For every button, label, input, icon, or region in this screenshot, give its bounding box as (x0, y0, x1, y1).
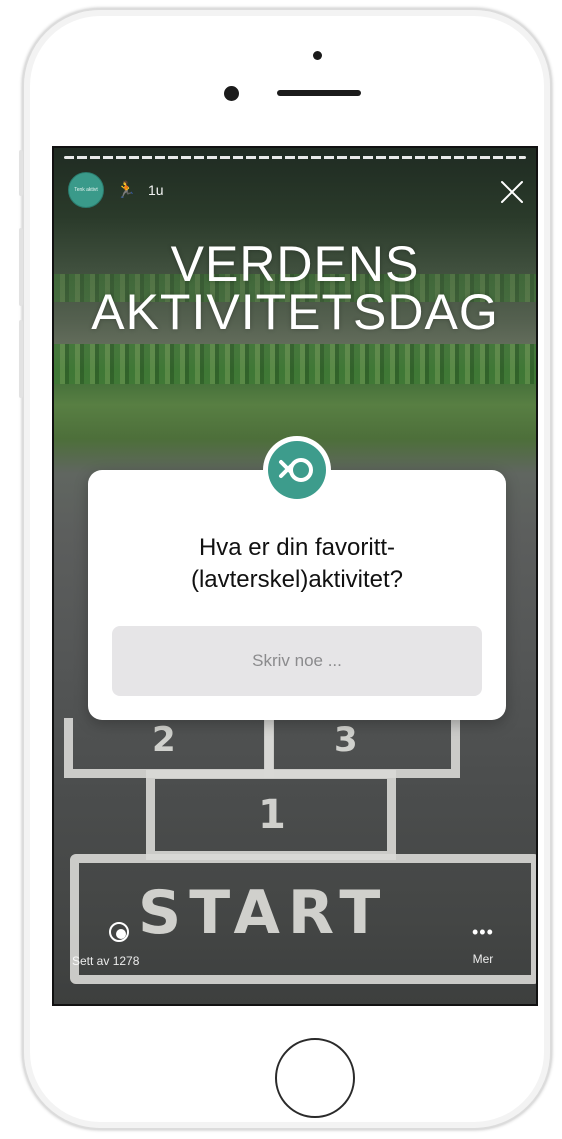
mute-switch (19, 150, 23, 196)
question-sticker: Hva er din favoritt-(lavterskel)aktivite… (88, 470, 506, 720)
close-button[interactable] (500, 180, 524, 204)
headline-line-2: AKTIVITETSDAG (91, 284, 499, 340)
background-grass-near (54, 344, 536, 384)
logo-icon (268, 441, 326, 499)
story-headline: VERDENS AKTIVITETSDAG (54, 236, 536, 340)
more-button[interactable]: ••• Mer (472, 922, 494, 966)
story-progress-bar (64, 156, 526, 159)
chalk-number-2: 2 (152, 720, 178, 760)
runner-emoji-icon: 🏃 (116, 182, 136, 199)
front-camera (224, 86, 239, 101)
chalk-start-text: START (138, 878, 389, 948)
seen-by-label: Sett av 1278 (72, 954, 140, 968)
home-button[interactable] (275, 1038, 355, 1118)
account-avatar[interactable]: Tenk aktivt (68, 172, 104, 208)
more-label: Mer (472, 952, 494, 966)
question-text: Hva er din favoritt-(lavterskel)aktivite… (190, 534, 404, 593)
chalk-number-1: 1 (258, 792, 288, 838)
volume-down-button (19, 320, 23, 398)
story-time-ago: 1u (148, 182, 164, 198)
chalk-number-3: 3 (334, 720, 360, 760)
eye-icon (108, 922, 129, 942)
story-screen[interactable]: 2 3 1 START Tenk aktivt 🏃 1u VERDENS AKT… (52, 146, 538, 1006)
answer-input[interactable] (112, 626, 482, 696)
seen-by-button[interactable]: Sett av 1278 (72, 920, 139, 968)
close-icon (501, 181, 523, 203)
hopscotch-square-right (264, 718, 460, 778)
proximity-sensor (313, 51, 322, 60)
question-logo (263, 436, 331, 504)
earpiece-speaker (277, 90, 361, 96)
volume-up-button (19, 228, 23, 306)
headline-line-1: VERDENS (170, 236, 420, 292)
more-dots-icon: ••• (472, 922, 494, 942)
story-header: Tenk aktivt 🏃 1u (68, 172, 164, 208)
